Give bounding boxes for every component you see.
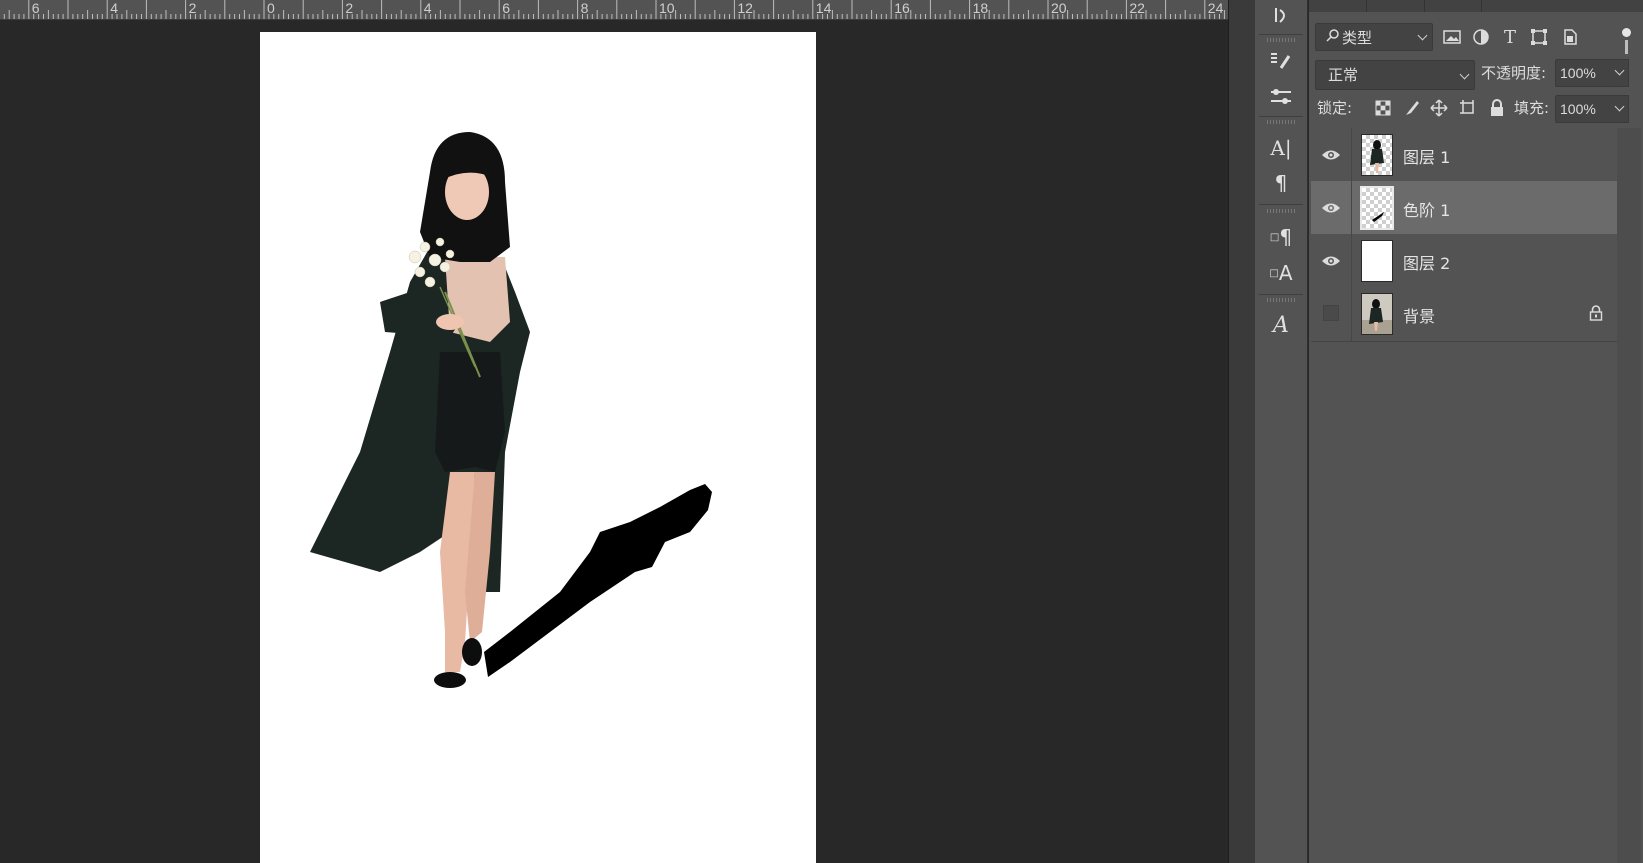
- blend-mode-select[interactable]: 正常: [1315, 60, 1475, 90]
- ruler-label: 8: [580, 0, 589, 16]
- ruler-label: 22: [1129, 0, 1145, 16]
- chevron-down-icon: [1417, 30, 1428, 41]
- layer-thumbnail: [1361, 293, 1393, 335]
- fill-label: 填充:: [1514, 99, 1550, 117]
- panel-icon-strip: A| ¶ □ ¶ □ A A: [1255, 0, 1308, 863]
- ruler-label: 4: [110, 0, 118, 16]
- eye-icon[interactable]: [1321, 198, 1341, 218]
- fill-input[interactable]: 100%: [1555, 95, 1611, 123]
- type-layer-filter-icon[interactable]: T: [1499, 26, 1521, 48]
- layer-thumbnail: [1360, 186, 1394, 230]
- person-shoes: [434, 672, 466, 688]
- eye-icon[interactable]: [1321, 251, 1341, 271]
- layer-name[interactable]: 背景: [1403, 303, 1435, 327]
- character-styles-icon[interactable]: □ A: [1265, 258, 1297, 288]
- history-brush-icon[interactable]: [1265, 0, 1297, 30]
- layer-filter-kind-select[interactable]: 类型: [1315, 23, 1433, 51]
- smart-object-filter-icon[interactable]: [1559, 26, 1581, 48]
- pixel-layer-filter-icon[interactable]: [1441, 26, 1463, 48]
- ruler-ticks: [3, 0, 1225, 19]
- layer-row-selected[interactable]: 色阶 1: [1311, 181, 1617, 236]
- opacity-dropdown[interactable]: [1610, 59, 1629, 87]
- opacity-label: 不透明度:: [1481, 64, 1547, 82]
- lock-artboard-icon[interactable]: [1457, 97, 1479, 119]
- horizontal-ruler[interactable]: 6 4 2 0 2 4 6 8 10 12 14 16 18 20 22 24: [0, 0, 1228, 20]
- visibility-toggle-off[interactable]: [1323, 305, 1339, 321]
- document-canvas[interactable]: [260, 32, 816, 863]
- ruler-label: 2: [188, 0, 197, 16]
- eye-icon[interactable]: [1321, 145, 1341, 165]
- chevron-down-icon: [1459, 69, 1470, 80]
- paragraph-styles-icon[interactable]: □ ¶: [1265, 222, 1297, 252]
- person-dress: [435, 352, 505, 472]
- lock-all-icon[interactable]: [1486, 97, 1508, 119]
- brush-presets-icon[interactable]: [1265, 46, 1297, 76]
- layer-thumbnail: [1361, 134, 1393, 176]
- layer-row[interactable]: 背景: [1311, 287, 1617, 342]
- ruler-label: 16: [894, 0, 910, 16]
- paragraph-icon[interactable]: ¶: [1265, 168, 1297, 198]
- layer-name[interactable]: 图层 1: [1403, 144, 1450, 168]
- glyphs-icon[interactable]: A: [1265, 310, 1297, 340]
- ruler-label: 18: [972, 0, 989, 16]
- adjustment-layer-filter-icon[interactable]: [1470, 26, 1492, 48]
- lock-image-pixels-icon[interactable]: [1401, 97, 1423, 119]
- panel-menu-dot-icon[interactable]: [1622, 28, 1631, 37]
- layers-scrollbar[interactable]: [1617, 128, 1641, 863]
- adjustments-icon[interactable]: [1265, 82, 1297, 112]
- canvas-workspace[interactable]: [0, 20, 1228, 863]
- panel-collapse-bar[interactable]: [1228, 0, 1256, 863]
- layers-panel: 类型 T 正常 不透明度: 100% 锁定: 填充: 100% 图层 1 色阶 …: [1309, 0, 1643, 863]
- ruler-label: 4: [423, 0, 432, 16]
- lock-transparent-pixels-icon[interactable]: [1372, 97, 1394, 119]
- chevron-down-icon: [1614, 101, 1625, 112]
- character-icon[interactable]: A|: [1265, 133, 1297, 163]
- panel-tab-bar[interactable]: [1309, 0, 1643, 12]
- composite-image: [310, 132, 712, 688]
- blend-mode-value: 正常: [1328, 66, 1359, 84]
- ruler-label: 24: [1207, 0, 1224, 16]
- lock-icon[interactable]: [1589, 305, 1603, 325]
- lock-label: 锁定:: [1317, 99, 1353, 117]
- lock-position-icon[interactable]: [1428, 97, 1450, 119]
- ruler-label: 0: [267, 0, 275, 16]
- layer-name[interactable]: 图层 2: [1403, 250, 1450, 274]
- ruler-label: 12: [737, 0, 753, 16]
- layer-thumbnail: [1361, 240, 1393, 282]
- fill-dropdown[interactable]: [1610, 95, 1629, 123]
- opacity-input[interactable]: 100%: [1555, 59, 1611, 87]
- panel-menu-bar: [1625, 40, 1628, 54]
- layer-filter-kind-label: 类型: [1342, 28, 1373, 47]
- ruler-label: 14: [815, 0, 832, 16]
- ruler-label: 2: [345, 0, 354, 16]
- ruler-label: 6: [502, 0, 510, 16]
- chevron-down-icon: [1614, 65, 1625, 76]
- shape-layer-filter-icon[interactable]: [1528, 26, 1550, 48]
- layer-row[interactable]: 图层 1: [1311, 128, 1617, 183]
- layer-row[interactable]: 图层 2: [1311, 234, 1617, 289]
- layer-name[interactable]: 色阶 1: [1403, 197, 1450, 221]
- ruler-label: 6: [31, 0, 40, 16]
- ruler-label: 10: [659, 0, 675, 16]
- cast-shadow: [484, 484, 712, 677]
- ruler-label: 20: [1051, 0, 1067, 16]
- search-icon: [1326, 28, 1340, 46]
